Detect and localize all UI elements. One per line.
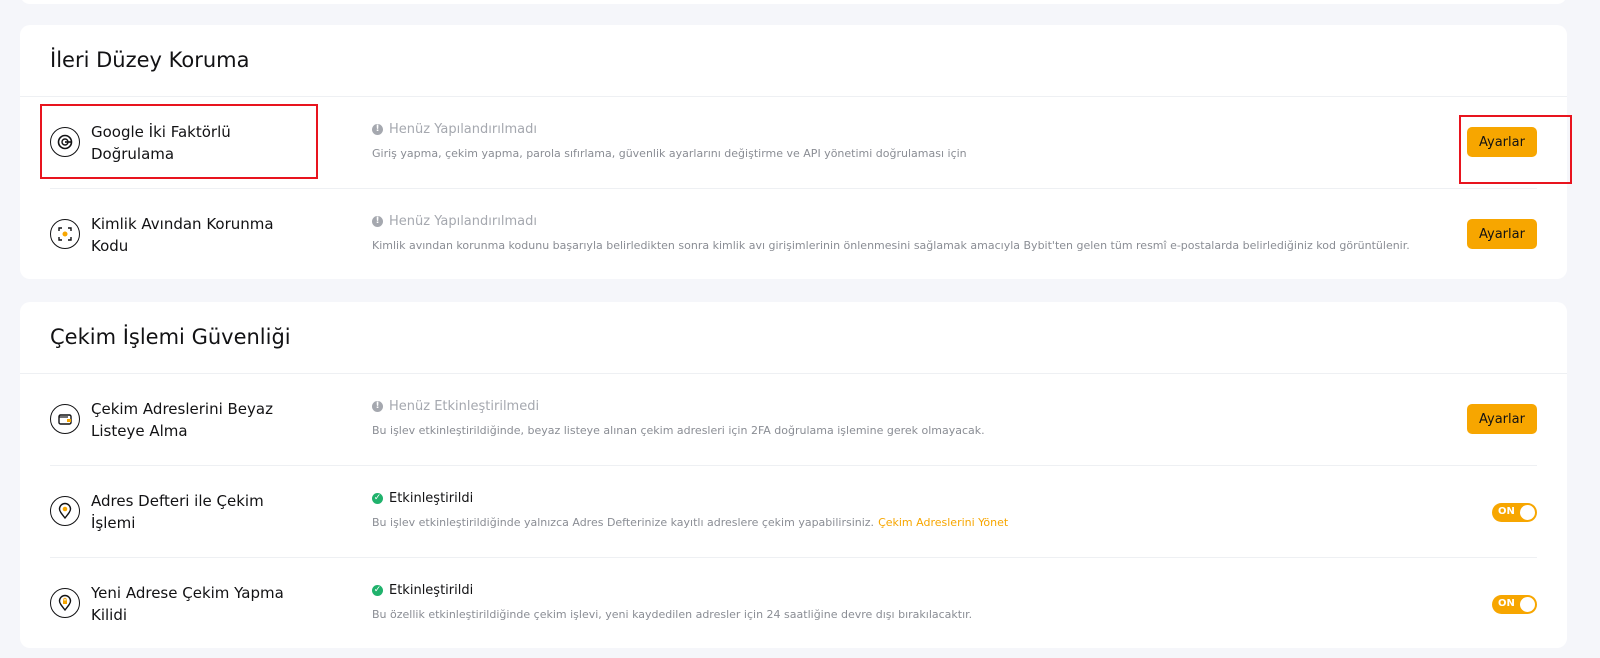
- address-book-row: Adres Defteri ile Çekim İşlemi ✓ Etkinle…: [50, 466, 1537, 558]
- status-text: Etkinleştirildi: [389, 491, 474, 506]
- location-lock-icon: [50, 588, 80, 618]
- row-title: Çekim Adreslerini Beyaz Listeye Alma: [91, 399, 273, 440]
- row-description: Bu işlev etkinleştirildiğinde yalnızca A…: [372, 516, 1008, 529]
- previous-card-edge: [20, 0, 1567, 4]
- advanced-protection-card: İleri Düzey Koruma Google İki Faktörlü D…: [20, 25, 1567, 279]
- row-title: Kimlik Avından Korunma Kodu: [91, 214, 274, 255]
- section-title: Çekim İşlemi Güvenliği: [20, 302, 1567, 374]
- manage-addresses-link[interactable]: Çekim Adreslerini Yönet: [878, 516, 1008, 529]
- status: ✓ Etkinleştirildi: [372, 491, 473, 506]
- address-book-toggle[interactable]: ON: [1492, 503, 1537, 522]
- toggle-label: ON: [1498, 506, 1515, 517]
- google-2fa-settings-button[interactable]: Ayarlar: [1467, 127, 1537, 157]
- info-circle-icon: !: [372, 124, 383, 135]
- status-text: Etkinleştirildi: [389, 583, 474, 598]
- anti-phishing-row: Kimlik Avından Korunma Kodu ! Henüz Yapı…: [50, 189, 1537, 280]
- google-2fa-row: Google İki Faktörlü Doğrulama ! Henüz Ya…: [50, 97, 1537, 189]
- row-title: Yeni Adrese Çekim Yapma Kilidi: [91, 583, 284, 624]
- new-address-lock-row: Yeni Adrese Çekim Yapma Kilidi ✓ Etkinle…: [50, 558, 1537, 649]
- description-text: Bu işlev etkinleştirildiğinde yalnızca A…: [372, 516, 875, 529]
- anti-phishing-icon: [50, 219, 80, 249]
- row-title: Adres Defteri ile Çekim İşlemi: [91, 491, 264, 532]
- row-description: Giriş yapma, çekim yapma, parola sıfırla…: [372, 147, 967, 160]
- status: ✓ Etkinleştirildi: [372, 583, 473, 598]
- wallet-icon: [50, 404, 80, 434]
- check-circle-icon: ✓: [372, 585, 383, 596]
- status: ! Henüz Yapılandırılmadı: [372, 214, 537, 229]
- anti-phishing-settings-button[interactable]: Ayarlar: [1467, 219, 1537, 249]
- info-circle-icon: !: [372, 216, 383, 227]
- row-description: Bu özellik etkinleştirildiğinde çekim iş…: [372, 608, 973, 621]
- location-pin-icon: [50, 496, 80, 526]
- google-icon: [50, 127, 80, 157]
- status: ! Henüz Yapılandırılmadı: [372, 122, 537, 137]
- info-circle-icon: !: [372, 401, 383, 412]
- section-title: İleri Düzey Koruma: [20, 25, 1567, 97]
- status: ! Henüz Etkinleştirilmedi: [372, 399, 539, 414]
- row-description: Kimlik avından korunma kodunu başarıyla …: [372, 239, 1410, 252]
- whitelist-settings-button[interactable]: Ayarlar: [1467, 404, 1537, 434]
- toggle-knob: [1520, 597, 1535, 612]
- toggle-label: ON: [1498, 598, 1515, 609]
- check-circle-icon: ✓: [372, 493, 383, 504]
- toggle-knob: [1520, 505, 1535, 520]
- status-text: Henüz Etkinleştirilmedi: [389, 399, 540, 414]
- new-address-lock-toggle[interactable]: ON: [1492, 595, 1537, 614]
- withdrawal-security-card: Çekim İşlemi Güvenliği Çekim Adreslerini…: [20, 302, 1567, 648]
- row-title: Google İki Faktörlü Doğrulama: [91, 122, 231, 163]
- status-text: Henüz Yapılandırılmadı: [389, 214, 537, 229]
- whitelist-row: Çekim Adreslerini Beyaz Listeye Alma ! H…: [50, 374, 1537, 466]
- row-description: Bu işlev etkinleştirildiğinde, beyaz lis…: [372, 424, 985, 437]
- status-text: Henüz Yapılandırılmadı: [389, 122, 537, 137]
